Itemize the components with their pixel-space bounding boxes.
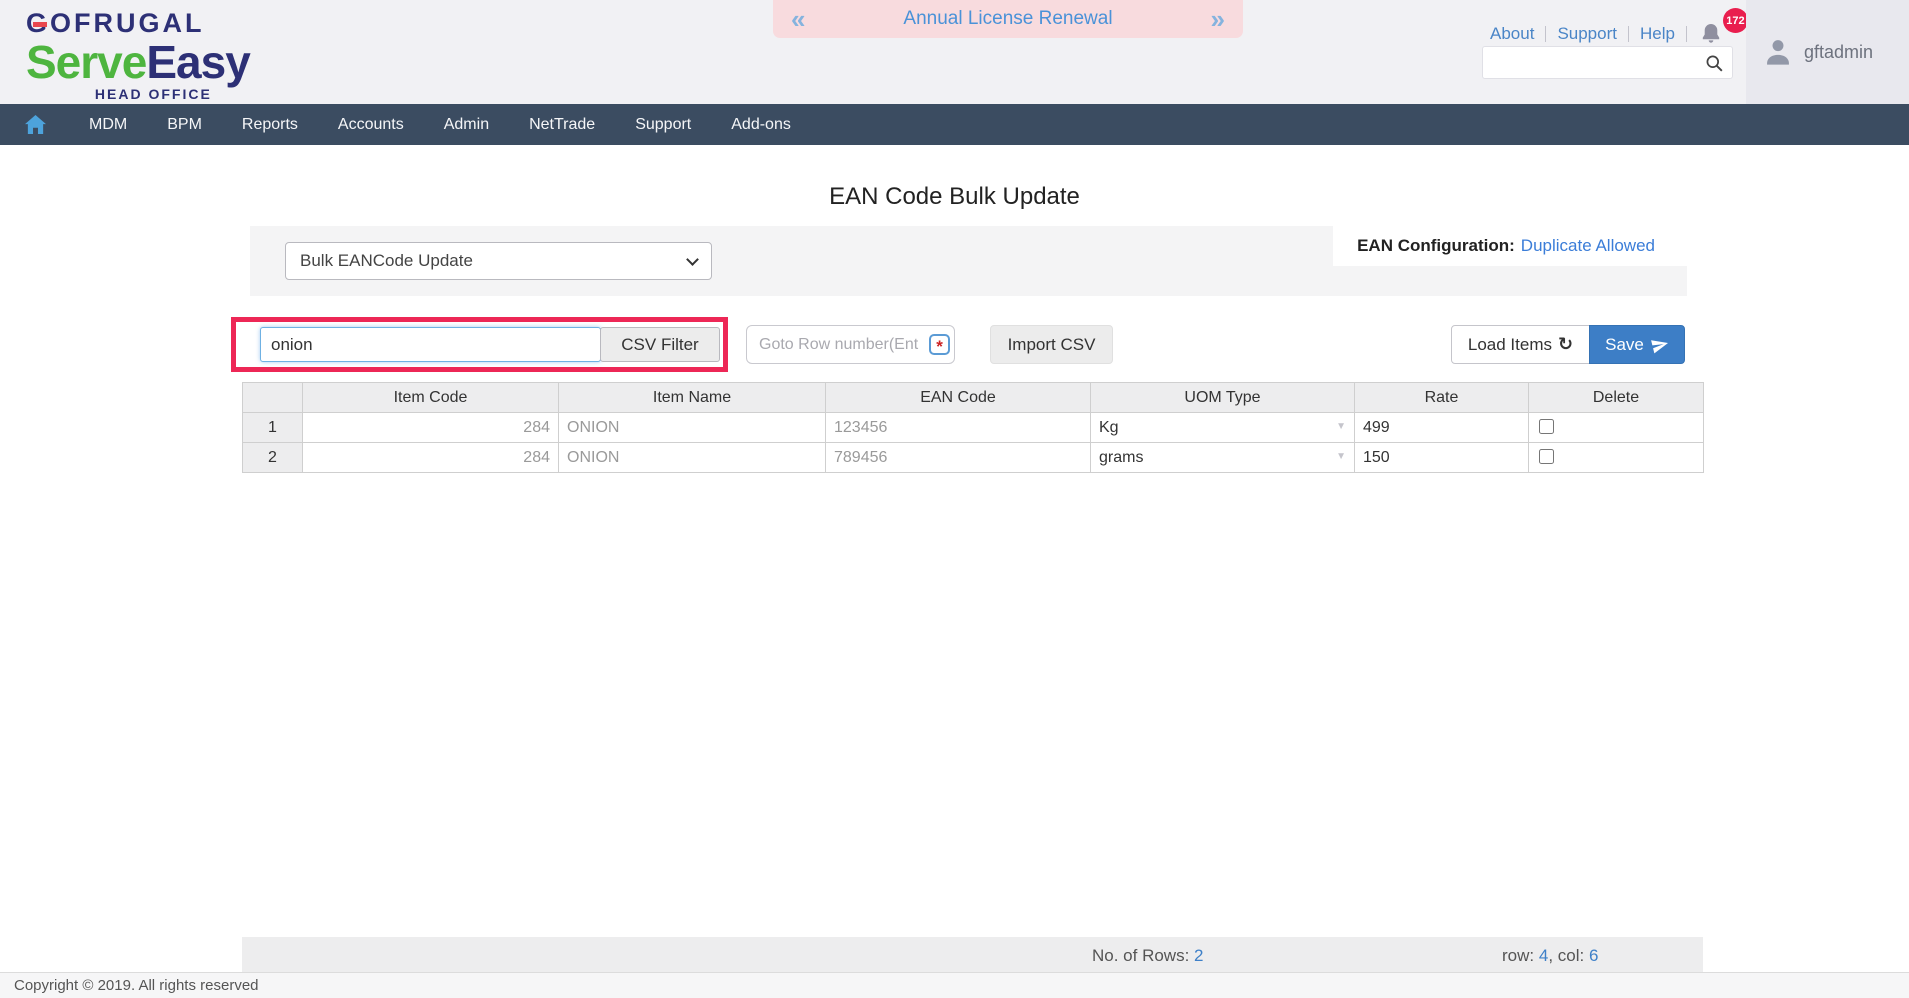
nav-item-admin[interactable]: Admin	[424, 104, 509, 145]
item-name-cell[interactable]: ONION	[558, 412, 826, 443]
app-header: GOFRUGAL ServeEasy HEAD OFFICE « Annual …	[0, 0, 1909, 104]
bell-icon	[1699, 22, 1723, 48]
user-avatar-icon	[1762, 36, 1794, 68]
goto-row-input[interactable]	[746, 325, 955, 364]
logo-brand-text: GOFRUGAL	[26, 8, 205, 38]
delete-cell	[1528, 412, 1704, 443]
ean-code-cell[interactable]: 123456	[825, 412, 1091, 443]
nav-item-nettrade[interactable]: NetTrade	[509, 104, 615, 145]
send-icon	[1650, 336, 1669, 354]
col-header-delete: Delete	[1528, 382, 1704, 413]
copyright-text: Copyright © 2019. All rights reserved	[14, 977, 259, 994]
nav-home-button[interactable]	[0, 114, 69, 135]
header-links: About Support Help 172	[1490, 8, 1748, 48]
grid-empty-area	[242, 473, 1703, 937]
row-count-status: No. of Rows: 2	[1092, 946, 1204, 965]
col-header-item-code: Item Code	[302, 382, 559, 413]
uom-type-cell[interactable]: Kg ▼	[1090, 412, 1355, 443]
col-header-rownum	[242, 382, 303, 413]
support-link[interactable]: Support	[1546, 25, 1629, 42]
main-content: Bulk EANCode Update EAN Configuration: D…	[231, 226, 1704, 975]
row-number-cell[interactable]: 1	[242, 412, 303, 443]
app-logo: GOFRUGAL ServeEasy HEAD OFFICE	[26, 8, 251, 102]
rate-cell[interactable]: 499	[1354, 412, 1529, 443]
logo-product-text: ServeEasy	[26, 36, 251, 88]
item-code-cell[interactable]: 284	[302, 412, 559, 443]
status-bar: No. of Rows: 2 row: 4, col: 6	[242, 937, 1703, 975]
search-icon[interactable]	[1705, 54, 1724, 73]
ean-config-label: EAN Configuration:	[1357, 236, 1515, 255]
main-nav: MDM BPM Reports Accounts Admin NetTrade …	[0, 104, 1909, 145]
nav-item-accounts[interactable]: Accounts	[318, 104, 424, 145]
footer: Copyright © 2019. All rights reserved	[0, 972, 1909, 998]
csv-filter-button[interactable]: CSV Filter	[600, 327, 720, 362]
chevron-down-icon	[686, 253, 699, 266]
rate-cell[interactable]: 150	[1354, 442, 1529, 473]
nav-item-addons[interactable]: Add-ons	[711, 104, 811, 145]
delete-cell	[1528, 442, 1704, 473]
banner-text[interactable]: Annual License Renewal	[903, 8, 1112, 30]
row-number-cell[interactable]: 2	[242, 442, 303, 473]
config-panel: Bulk EANCode Update EAN Configuration: D…	[250, 226, 1687, 296]
update-mode-select[interactable]: Bulk EANCode Update	[285, 242, 712, 280]
item-name-cell[interactable]: ONION	[558, 442, 826, 473]
toolbar: CSV Filter * Import CSV Load Items↻ Save	[231, 296, 1703, 382]
col-header-ean-code: EAN Code	[825, 382, 1091, 413]
page-title: EAN Code Bulk Update	[829, 183, 1080, 210]
delete-checkbox[interactable]	[1539, 418, 1554, 434]
goto-row-field: *	[746, 325, 955, 364]
license-renewal-banner: « Annual License Renewal »	[773, 0, 1243, 38]
grid-header-row: Item Code Item Name EAN Code UOM Type Ra…	[242, 382, 1704, 413]
about-link[interactable]: About	[1490, 25, 1547, 42]
col-header-rate: Rate	[1354, 382, 1529, 413]
item-code-cell[interactable]: 284	[302, 442, 559, 473]
uom-type-cell[interactable]: grams ▼	[1090, 442, 1355, 473]
home-icon	[24, 114, 47, 135]
delete-checkbox[interactable]	[1539, 448, 1554, 464]
banner-prev-icon[interactable]: «	[791, 2, 805, 36]
table-row: 1 284 ONION 123456 Kg ▼ 499	[242, 412, 1704, 443]
user-menu[interactable]: gftadmin	[1746, 0, 1909, 104]
table-row: 2 284 ONION 789456 grams ▼ 150	[242, 442, 1704, 473]
extension-badge-icon: *	[929, 334, 950, 356]
nav-item-mdm[interactable]: MDM	[69, 104, 147, 145]
dropdown-caret-icon: ▼	[1336, 421, 1346, 432]
help-link[interactable]: Help	[1629, 25, 1687, 42]
load-items-button[interactable]: Load Items ↻	[1451, 325, 1590, 364]
ean-grid: Item Code Item Name EAN Code UOM Type Ra…	[242, 382, 1704, 473]
cursor-position-status: row: 4, col: 6	[1502, 946, 1599, 965]
nav-item-support[interactable]: Support	[615, 104, 711, 145]
banner-next-icon[interactable]: »	[1211, 2, 1225, 36]
logo-accent-dash-icon	[33, 22, 47, 27]
col-header-uom-type: UOM Type	[1090, 382, 1355, 413]
item-search-input[interactable]	[260, 327, 601, 362]
notification-count-badge: 172	[1722, 8, 1748, 33]
username-label: gftadmin	[1804, 41, 1874, 62]
refresh-icon: ↻	[1558, 334, 1574, 355]
nav-item-bpm[interactable]: BPM	[147, 104, 222, 145]
dropdown-caret-icon: ▼	[1336, 451, 1346, 462]
ean-config-value-link[interactable]: Duplicate Allowed	[1521, 236, 1655, 256]
global-search-input[interactable]	[1483, 47, 1697, 78]
global-search-box	[1482, 46, 1733, 79]
notifications-button[interactable]: 172	[1699, 8, 1748, 48]
save-button[interactable]: Save	[1589, 325, 1685, 364]
import-csv-button[interactable]: Import CSV	[990, 325, 1113, 364]
logo-tagline: HEAD OFFICE	[94, 86, 212, 102]
nav-item-reports[interactable]: Reports	[222, 104, 318, 145]
ean-code-cell[interactable]: 789456	[825, 442, 1091, 473]
ean-configuration: EAN Configuration: Duplicate Allowed	[1333, 226, 1687, 266]
col-header-item-name: Item Name	[558, 382, 826, 413]
